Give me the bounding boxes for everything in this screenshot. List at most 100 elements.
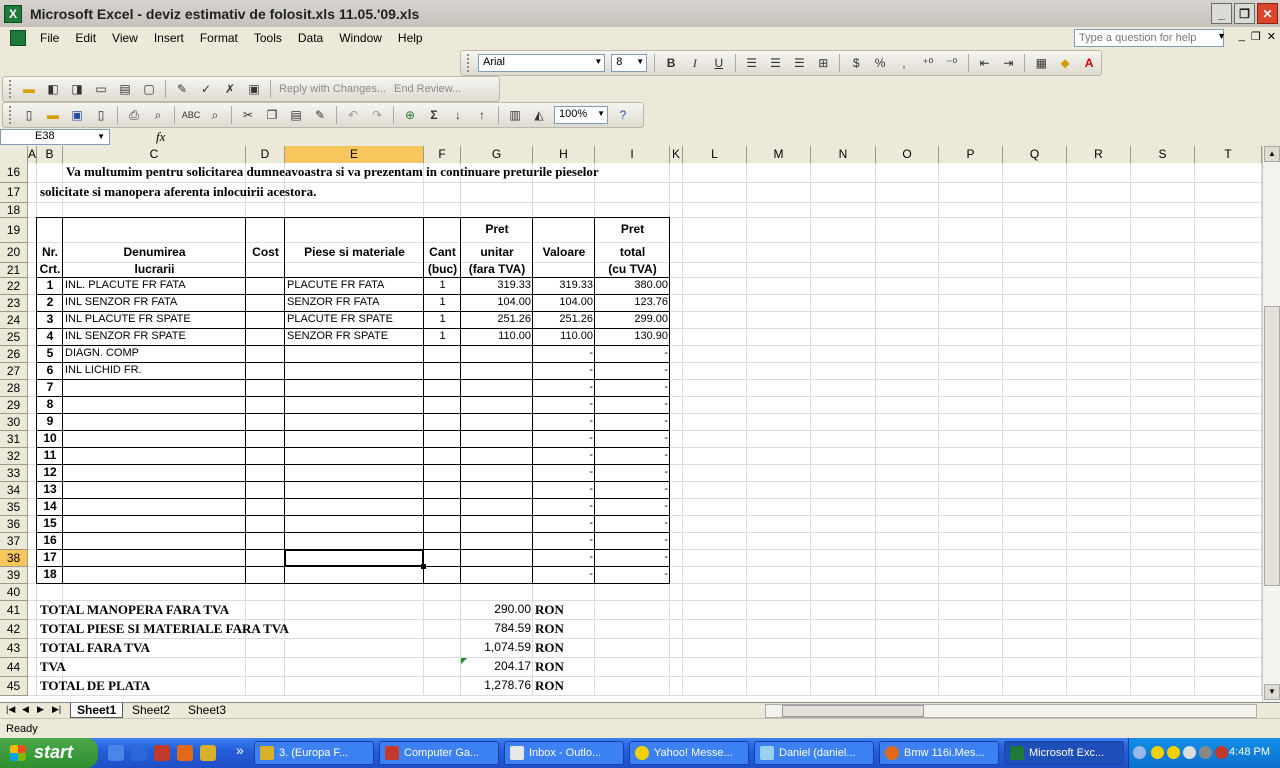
item-pret-unitar[interactable]: [463, 414, 531, 431]
menu-file[interactable]: File: [32, 31, 67, 45]
row-header-42[interactable]: 42: [0, 620, 28, 639]
reject-change-icon[interactable]: ✗: [220, 79, 240, 99]
item-pret-unitar[interactable]: [463, 397, 531, 414]
row-header-24[interactable]: 24: [0, 312, 28, 329]
row-header-32[interactable]: 32: [0, 448, 28, 465]
name-box[interactable]: E38 ▼: [0, 129, 110, 145]
column-header-g[interactable]: G: [461, 146, 533, 163]
row-header-26[interactable]: 26: [0, 346, 28, 363]
row-header-22[interactable]: 22: [0, 278, 28, 295]
header-fara-tva[interactable]: (fara TVA): [463, 263, 531, 278]
item-lucrare[interactable]: [65, 499, 244, 516]
item-nr[interactable]: 9: [39, 414, 61, 431]
item-lucrare[interactable]: [65, 550, 244, 567]
help-icon[interactable]: ?: [613, 105, 633, 125]
currency-icon[interactable]: $: [846, 53, 866, 73]
item-pret-total[interactable]: -: [597, 380, 668, 397]
row-header-38[interactable]: 38: [0, 550, 28, 567]
item-nr[interactable]: 8: [39, 397, 61, 414]
row-header-20[interactable]: 20: [0, 243, 28, 263]
item-nr[interactable]: 17: [39, 550, 61, 567]
header-nr[interactable]: Nr.: [39, 243, 61, 263]
item-cant[interactable]: 1: [426, 312, 459, 329]
row-header-31[interactable]: 31: [0, 431, 28, 448]
horizontal-scroll-thumb[interactable]: [782, 705, 924, 717]
item-nr[interactable]: 7: [39, 380, 61, 397]
header-lucrarii[interactable]: lucrarii: [65, 263, 244, 278]
column-header-f[interactable]: F: [424, 146, 461, 163]
row-header-43[interactable]: 43: [0, 639, 28, 658]
item-valoare[interactable]: 319.33: [535, 278, 593, 295]
media-icon[interactable]: [154, 745, 170, 761]
vertical-scrollbar[interactable]: ▲ ▼: [1262, 146, 1280, 702]
row-header-41[interactable]: 41: [0, 601, 28, 620]
item-pret-unitar[interactable]: [463, 465, 531, 482]
item-lucrare[interactable]: INL SENZOR FR FATA: [65, 295, 244, 312]
item-valoare[interactable]: -: [535, 499, 593, 516]
header-unitar[interactable]: unitar: [463, 243, 531, 263]
task-daniel-chat[interactable]: Daniel (daniel...: [754, 741, 874, 765]
item-cant[interactable]: [426, 533, 459, 550]
align-center-icon[interactable]: ☰: [766, 53, 786, 73]
toolbar-grip[interactable]: [467, 54, 471, 72]
doc-minimize-button[interactable]: _: [1239, 30, 1245, 43]
tool-icon[interactable]: [200, 745, 216, 761]
cut-icon[interactable]: ✂: [238, 105, 258, 125]
item-pret-unitar[interactable]: [463, 346, 531, 363]
tab-sheet3[interactable]: Sheet3: [182, 703, 232, 718]
task-computer-games[interactable]: Computer Ga...: [379, 741, 499, 765]
item-cant[interactable]: [426, 448, 459, 465]
item-valoare[interactable]: -: [535, 363, 593, 380]
item-pret-unitar[interactable]: [463, 567, 531, 584]
item-valoare[interactable]: 110.00: [535, 329, 593, 346]
undo-icon[interactable]: ↶: [343, 105, 363, 125]
item-lucrare[interactable]: INL. PLACUTE FR FATA: [65, 278, 244, 295]
row-header-34[interactable]: 34: [0, 482, 28, 499]
align-left-icon[interactable]: ☰: [742, 53, 762, 73]
comma-style-icon[interactable]: ,: [894, 53, 914, 73]
item-piese[interactable]: [287, 482, 422, 499]
menu-format[interactable]: Format: [192, 31, 246, 45]
column-header-b[interactable]: B: [37, 146, 63, 163]
last-sheet-icon[interactable]: ▶|: [52, 704, 61, 715]
column-header-l[interactable]: L: [683, 146, 747, 163]
increase-indent-icon[interactable]: ⇥: [998, 53, 1018, 73]
total-value[interactable]: 784.59: [463, 620, 531, 639]
column-header-q[interactable]: Q: [1003, 146, 1067, 163]
error-indicator-icon[interactable]: [461, 658, 467, 664]
item-valoare[interactable]: -: [535, 533, 593, 550]
item-lucrare[interactable]: [65, 431, 244, 448]
save-icon[interactable]: ▣: [67, 105, 87, 125]
item-pret-total[interactable]: 380.00: [597, 278, 668, 295]
new-icon[interactable]: ▯: [19, 105, 39, 125]
item-piese[interactable]: PLACUTE FR SPATE: [287, 312, 422, 329]
row-header-30[interactable]: 30: [0, 414, 28, 431]
column-header-c[interactable]: C: [63, 146, 246, 163]
folder-icon[interactable]: ▬: [19, 79, 39, 99]
messenger-tray-icon[interactable]: [1167, 746, 1180, 759]
fill-color-icon[interactable]: ◆: [1055, 53, 1075, 73]
item-piese[interactable]: [287, 516, 422, 533]
permission-icon[interactable]: ▯: [91, 105, 111, 125]
chart-wizard-icon[interactable]: ▥: [505, 105, 525, 125]
row-header-36[interactable]: 36: [0, 516, 28, 533]
total-unit[interactable]: RON: [535, 639, 593, 658]
item-pret-total[interactable]: -: [597, 533, 668, 550]
item-cant[interactable]: [426, 499, 459, 516]
row-header-37[interactable]: 37: [0, 533, 28, 550]
workbook-icon[interactable]: [10, 30, 26, 46]
header-total[interactable]: total: [597, 243, 668, 263]
drawing-icon[interactable]: ◭: [529, 105, 549, 125]
item-cant[interactable]: [426, 482, 459, 499]
header-pret-total[interactable]: Pret: [597, 218, 668, 243]
item-piese[interactable]: [287, 397, 422, 414]
item-valoare[interactable]: -: [535, 482, 593, 499]
item-nr[interactable]: 18: [39, 567, 61, 584]
column-header-h[interactable]: H: [533, 146, 595, 163]
column-header-k[interactable]: K: [670, 146, 683, 163]
track-changes-icon[interactable]: ✎: [172, 79, 192, 99]
increase-decimal-icon[interactable]: ⁺⁰: [918, 53, 938, 73]
item-cant[interactable]: 1: [426, 295, 459, 312]
header-buc[interactable]: (buc): [426, 263, 459, 278]
borders-icon[interactable]: ▦: [1031, 53, 1051, 73]
